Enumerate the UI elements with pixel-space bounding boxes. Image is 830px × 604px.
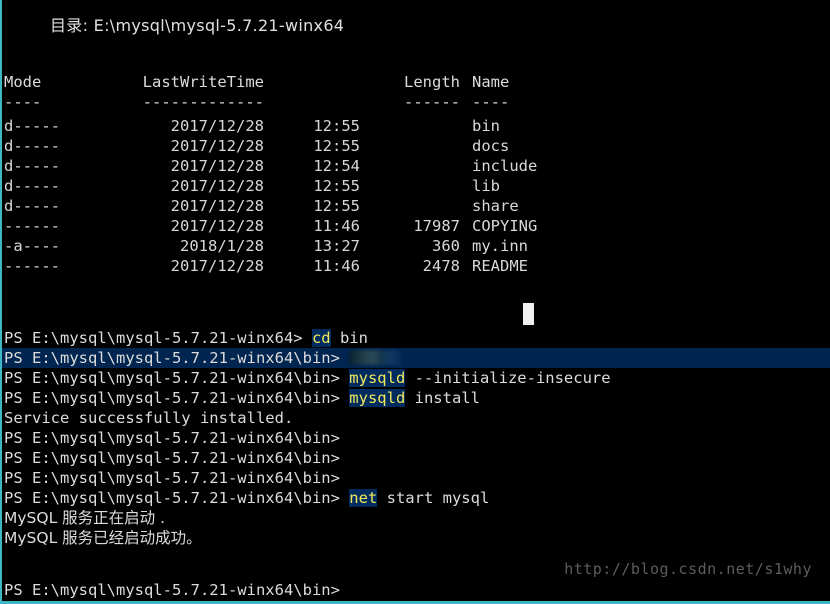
listing-column-underlines: ---- ------------- ------ ---- — [2, 92, 830, 112]
prompt-line-active[interactable]: PS E:\mysql\mysql-5.7.21-winx64\bin> — [2, 580, 830, 600]
row-date: 2017/12/28 — [170, 217, 264, 235]
prompt-text: PS E:\mysql\mysql-5.7.21-winx64\bin> — [4, 429, 340, 447]
row-mode: d----- — [4, 177, 60, 195]
row-time: 12:55 — [313, 117, 360, 135]
output-service-started: MySQL 服务已经启动成功。 — [4, 529, 202, 547]
row-name: share — [472, 197, 519, 215]
table-row: d----- 2017/12/28 12:55 bin — [2, 116, 830, 136]
row-time: 12:55 — [313, 197, 360, 215]
prompt-text: PS E:\mysql\mysql-5.7.21-winx64\bin> — [4, 449, 340, 467]
prompt-text: PS E:\mysql\mysql-5.7.21-winx64\bin> — [4, 389, 340, 407]
terminal-screen[interactable]: 目录: E:\mysql\mysql-5.7.21-winx64 Mode Las… — [2, 0, 830, 601]
row-time: 12:54 — [313, 157, 360, 175]
row-date: 2018/1/28 — [180, 237, 264, 255]
prompt-text: PS E:\mysql\mysql-5.7.21-winx64\bin> — [4, 489, 340, 507]
output-service-installed: Service successfully installed. — [4, 409, 294, 427]
row-mode: d----- — [4, 137, 60, 155]
row-name: lib — [472, 177, 500, 195]
row-name: include — [472, 157, 538, 175]
row-mode: d----- — [4, 197, 60, 215]
command-line-cd: PS E:\mysql\mysql-5.7.21-winx64> cd bin — [2, 328, 830, 348]
row-time: 13:27 — [313, 237, 360, 255]
row-name: COPYING — [472, 217, 538, 235]
row-name: README — [472, 257, 528, 275]
prompt-text: PS E:\mysql\mysql-5.7.21-winx64\bin> — [4, 349, 340, 367]
row-name: docs — [472, 137, 510, 155]
row-date: 2017/12/28 — [170, 257, 264, 275]
prompt-text: PS E:\mysql\mysql-5.7.21-winx64\bin> — [4, 581, 340, 599]
row-length: 17987 — [413, 217, 460, 235]
row-mode: d----- — [4, 157, 60, 175]
command-line-net-start: PS E:\mysql\mysql-5.7.21-winx64\bin> net… — [2, 488, 830, 508]
command-keyword: mysqld — [349, 389, 406, 407]
command-line-mysqld-initialize: PS E:\mysql\mysql-5.7.21-winx64\bin> mys… — [2, 368, 830, 388]
command-line-mysqld-install: PS E:\mysql\mysql-5.7.21-winx64\bin> mys… — [2, 388, 830, 408]
table-row: d----- 2017/12/28 12:55 share — [2, 196, 830, 216]
row-mode: ------ — [4, 217, 60, 235]
row-time: 12:55 — [313, 137, 360, 155]
row-time: 11:46 — [313, 217, 360, 235]
row-mode: -a---- — [4, 237, 60, 255]
prompt-line-empty: PS E:\mysql\mysql-5.7.21-winx64\bin> — [2, 428, 830, 448]
row-date: 2017/12/28 — [170, 137, 264, 155]
row-date: 2017/12/28 — [170, 197, 264, 215]
row-mode: ------ — [4, 257, 60, 275]
command-keyword: cd — [311, 329, 331, 347]
row-name: bin — [472, 117, 500, 135]
table-row: d----- 2017/12/28 12:55 docs — [2, 136, 830, 156]
table-row: -a---- 2018/1/28 13:27 360 my.inn — [2, 236, 830, 256]
row-length: 2478 — [422, 257, 460, 275]
command-keyword: mysqld — [349, 369, 406, 387]
underline-lastwritetime: ------------- — [142, 93, 264, 111]
directory-header-text: 目录: E:\mysql\mysql-5.7.21-winx64 — [50, 16, 345, 35]
prompt-text: PS E:\mysql\mysql-5.7.21-winx64\bin> — [4, 369, 340, 387]
underline-mode: ---- — [4, 93, 42, 111]
command-args: bin — [330, 329, 368, 347]
listing-bottom-spacer — [2, 276, 830, 304]
row-date: 2017/12/28 — [170, 157, 264, 175]
table-row: ------ 2017/12/28 11:46 2478 README — [2, 256, 830, 276]
command-args: install — [405, 389, 480, 407]
listing-column-headers: Mode LastWriteTime Length Name — [2, 72, 830, 92]
command-keyword: net — [349, 489, 378, 507]
row-date: 2017/12/28 — [170, 177, 264, 195]
underline-name: ---- — [472, 93, 510, 111]
watermark-url: http://blog.csdn.net/s1why — [564, 560, 812, 578]
underline-length: ------ — [404, 93, 460, 111]
prompt-line-empty: PS E:\mysql\mysql-5.7.21-winx64\bin> — [2, 448, 830, 468]
text-cursor — [523, 303, 534, 325]
directory-header-line: 目录: E:\mysql\mysql-5.7.21-winx64 — [2, 16, 830, 36]
table-row: d----- 2017/12/28 12:54 include — [2, 156, 830, 176]
row-date: 2017/12/28 — [170, 117, 264, 135]
command-args: --initialize-insecure — [405, 369, 611, 387]
table-row: ------ 2017/12/28 11:46 17987 COPYING — [2, 216, 830, 236]
column-header-lastwritetime: LastWriteTime — [142, 73, 264, 91]
row-length: 360 — [432, 237, 460, 255]
column-header-mode: Mode — [4, 73, 42, 91]
prompt-text: PS E:\mysql\mysql-5.7.21-winx64> — [4, 329, 303, 347]
table-row: d----- 2017/12/28 12:55 lib — [2, 176, 830, 196]
top-spacer — [2, 0, 830, 16]
pre-prompt-spacer — [2, 304, 830, 328]
column-header-name: Name — [472, 73, 510, 91]
powershell-terminal-window[interactable]: 目录: E:\mysql\mysql-5.7.21-winx64 Mode Las… — [0, 0, 830, 604]
selected-command-line[interactable]: PS E:\mysql\mysql-5.7.21-winx64\bin> — [2, 348, 830, 368]
row-mode: d----- — [4, 117, 60, 135]
prompt-text: PS E:\mysql\mysql-5.7.21-winx64\bin> — [4, 469, 340, 487]
column-header-length: Length — [404, 73, 460, 91]
row-time: 11:46 — [313, 257, 360, 275]
command-args: start mysql — [377, 489, 490, 507]
header-spacer — [2, 36, 830, 72]
redacted-text-block — [349, 350, 402, 365]
prompt-line-empty: PS E:\mysql\mysql-5.7.21-winx64\bin> — [2, 468, 830, 488]
row-time: 12:55 — [313, 177, 360, 195]
output-service-starting: MySQL 服务正在启动 . — [4, 509, 166, 527]
row-name: my.inn — [472, 237, 528, 255]
